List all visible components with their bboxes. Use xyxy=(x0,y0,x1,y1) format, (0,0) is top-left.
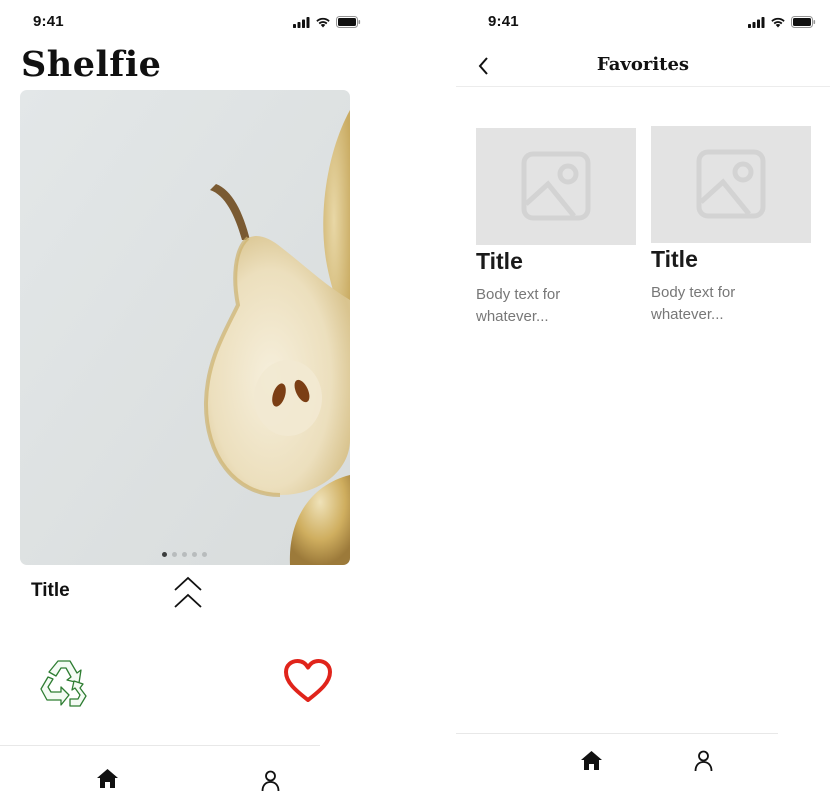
status-bar: 9:41 xyxy=(0,0,372,44)
wifi-icon xyxy=(771,17,785,27)
home-icon[interactable] xyxy=(96,768,119,789)
home-screen: 9:41 Shelfie Title xyxy=(0,0,372,812)
wifi-icon xyxy=(316,17,330,27)
carousel-dot[interactable] xyxy=(202,552,207,557)
page-title: Favorites xyxy=(596,54,690,75)
person-icon[interactable] xyxy=(261,770,280,792)
status-bar: 9:41 xyxy=(456,0,830,44)
pear-photo xyxy=(20,90,350,565)
recycle-icon[interactable] xyxy=(34,655,94,711)
signal-icon xyxy=(748,16,765,28)
heart-icon[interactable] xyxy=(283,658,333,704)
tab-bar xyxy=(0,745,320,812)
app-title: Shelfie xyxy=(21,44,162,85)
favorite-card[interactable]: Title Body text for whatever... xyxy=(476,128,636,328)
image-placeholder xyxy=(651,126,811,243)
item-title: Title xyxy=(31,580,70,601)
battery-icon xyxy=(791,16,816,28)
image-placeholder xyxy=(476,128,636,245)
carousel-dot[interactable] xyxy=(162,552,167,557)
status-time: 9:41 xyxy=(33,13,64,30)
nav-header: Favorites xyxy=(456,44,830,87)
tab-bar xyxy=(456,733,778,812)
carousel-dots xyxy=(162,552,207,557)
card-title: Title xyxy=(651,246,698,272)
carousel-dot[interactable] xyxy=(182,552,187,557)
double-chevron-up-icon[interactable] xyxy=(172,574,204,612)
battery-icon xyxy=(336,16,361,28)
image-icon xyxy=(696,149,766,219)
signal-icon xyxy=(293,16,310,28)
carousel-dot[interactable] xyxy=(192,552,197,557)
card-body: Body text for whatever... xyxy=(651,284,736,323)
status-icons xyxy=(748,16,816,28)
card-body: Body text for whatever... xyxy=(476,286,561,325)
home-icon[interactable] xyxy=(580,750,603,771)
image-icon xyxy=(521,151,591,221)
favorite-card[interactable]: Title Body text for whatever... xyxy=(651,126,811,326)
status-time: 9:41 xyxy=(488,13,519,30)
person-icon[interactable] xyxy=(694,750,713,772)
carousel-dot[interactable] xyxy=(172,552,177,557)
photo-carousel[interactable] xyxy=(20,90,350,565)
status-icons xyxy=(293,16,361,28)
card-title: Title xyxy=(476,248,523,274)
favorites-screen: 9:41 Favorites Title Body text for whate… xyxy=(456,0,830,812)
